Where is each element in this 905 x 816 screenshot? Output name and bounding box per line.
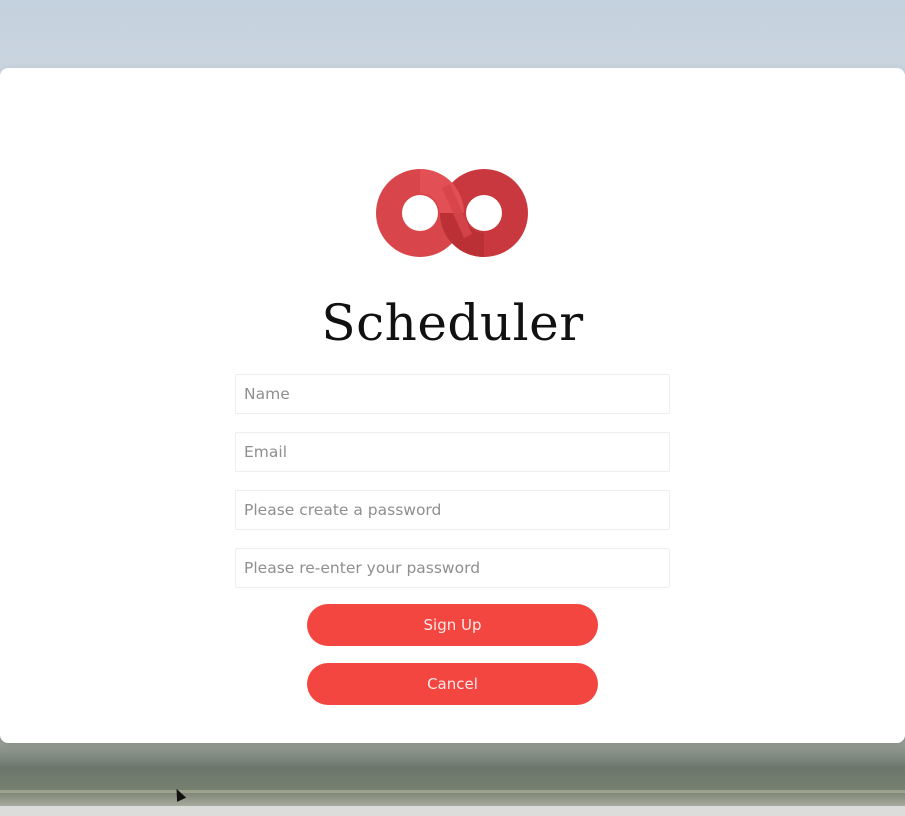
landscape-stripe xyxy=(0,790,905,793)
password-input[interactable] xyxy=(235,490,670,530)
cancel-button[interactable]: Cancel xyxy=(307,663,598,705)
desktop-background: Scheduler Sign Up Cancel xyxy=(0,0,905,816)
name-input[interactable] xyxy=(235,374,670,414)
infinity-logo-icon xyxy=(376,169,528,257)
signup-window: Scheduler Sign Up Cancel xyxy=(0,68,905,743)
confirm-password-input[interactable] xyxy=(235,548,670,588)
signup-form xyxy=(235,374,670,606)
email-input[interactable] xyxy=(235,432,670,472)
landscape-horizon xyxy=(0,742,905,806)
app-title: Scheduler xyxy=(321,294,584,352)
signup-button[interactable]: Sign Up xyxy=(307,604,598,646)
form-actions: Sign Up Cancel xyxy=(307,604,598,722)
taskbar xyxy=(0,806,905,816)
